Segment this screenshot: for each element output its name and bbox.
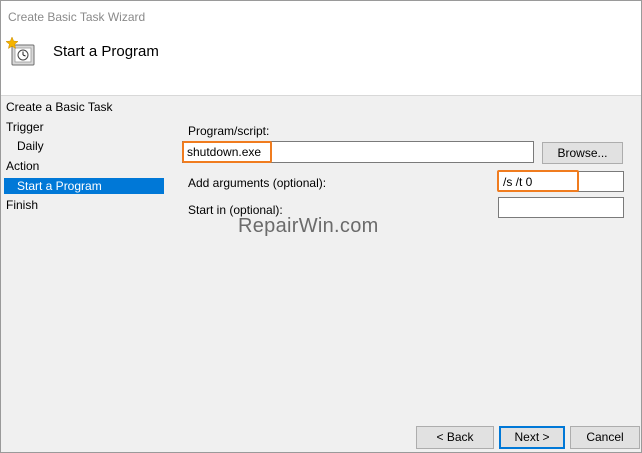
- nav-item-trigger[interactable]: Trigger: [6, 119, 44, 135]
- task-scheduler-icon: [6, 36, 35, 66]
- arguments-highlight-box: [497, 170, 579, 192]
- nav-item-create-basic-task[interactable]: Create a Basic Task: [6, 99, 113, 115]
- window-title: Create Basic Task Wizard: [8, 10, 146, 24]
- back-button[interactable]: < Back: [416, 426, 494, 449]
- next-button[interactable]: Next >: [499, 426, 565, 449]
- start-in-input[interactable]: [498, 197, 624, 218]
- wizard-window: Create Basic Task Wizard Start a Program…: [0, 0, 642, 453]
- page-title: Start a Program: [53, 43, 159, 60]
- cancel-button[interactable]: Cancel: [570, 426, 640, 449]
- wizard-steps-nav: Create a Basic Task Trigger Daily Action…: [1, 96, 166, 296]
- browse-button[interactable]: Browse...: [542, 142, 623, 164]
- program-highlight-box: [182, 141, 272, 163]
- action-settings-panel: Program/script: shutdown.exe Browse... A…: [179, 96, 641, 416]
- title-bar: Create Basic Task Wizard: [1, 1, 641, 31]
- nav-item-start-a-program[interactable]: Start a Program: [4, 178, 164, 194]
- wizard-header: Start a Program: [1, 31, 641, 96]
- nav-item-action[interactable]: Action: [6, 158, 39, 174]
- nav-item-finish[interactable]: Finish: [6, 197, 38, 213]
- watermark-text: RepairWin.com: [238, 215, 379, 237]
- program-script-label: Program/script:: [188, 124, 270, 138]
- nav-item-daily[interactable]: Daily: [17, 138, 44, 154]
- arguments-label: Add arguments (optional):: [188, 176, 327, 190]
